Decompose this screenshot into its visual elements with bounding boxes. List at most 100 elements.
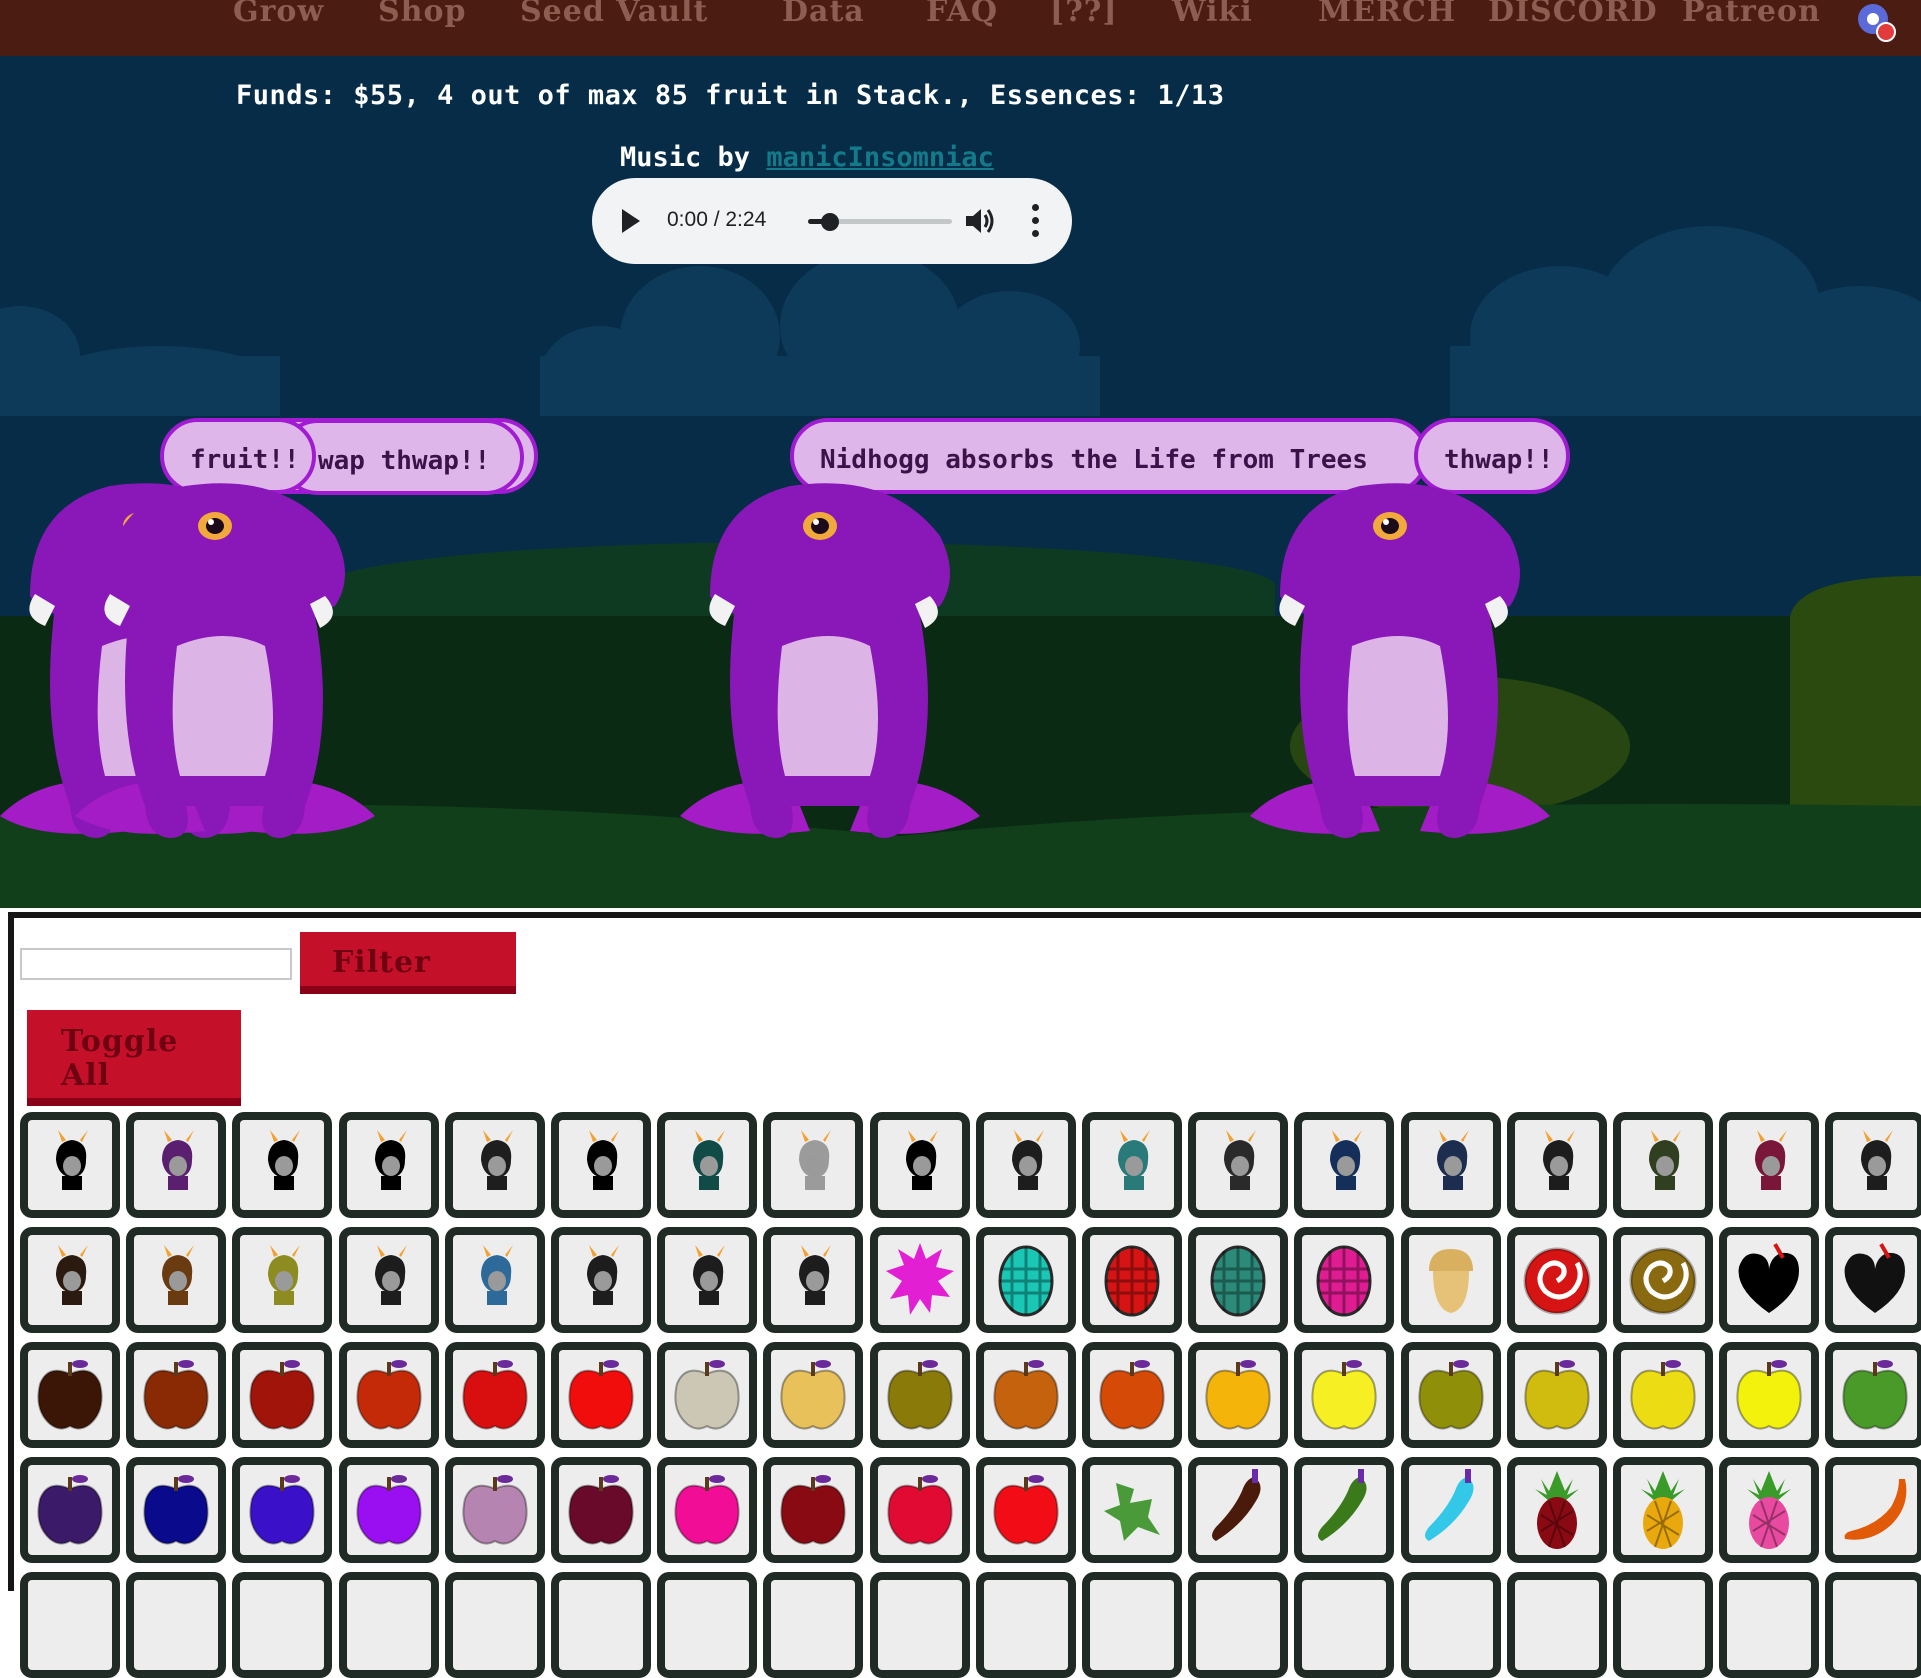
nav-link-seed-vault[interactable]: Seed Vault	[520, 0, 708, 29]
fruit-tile[interactable]	[657, 1572, 758, 1678]
fruit-tile[interactable]	[20, 1112, 120, 1218]
fruit-tile[interactable]	[869, 1457, 970, 1563]
fruit-tile[interactable]	[1506, 1227, 1607, 1333]
fruit-tile[interactable]	[763, 1457, 864, 1563]
fruit-tile[interactable]	[1082, 1227, 1182, 1333]
fruit-tile[interactable]	[444, 1342, 545, 1448]
fruit-tile[interactable]	[869, 1112, 970, 1218]
fruit-tile[interactable]	[1188, 1227, 1289, 1333]
fruit-tile[interactable]	[975, 1572, 1076, 1678]
fruit-tile[interactable]	[1613, 1572, 1713, 1678]
fruit-tile[interactable]	[126, 1227, 227, 1333]
fruit-tile[interactable]	[232, 1342, 333, 1448]
fruit-tile[interactable]	[763, 1572, 864, 1678]
fruit-tile[interactable]	[1294, 1227, 1395, 1333]
fruit-tile[interactable]	[1825, 1112, 1921, 1218]
fruit-tile[interactable]	[232, 1572, 333, 1678]
fruit-tile[interactable]	[20, 1457, 120, 1563]
fruit-tile[interactable]	[1506, 1572, 1607, 1678]
nav-link-faq[interactable]: FAQ	[926, 0, 998, 29]
nav-link-patreon[interactable]: Patreon	[1682, 0, 1821, 29]
fruit-tile[interactable]	[338, 1112, 439, 1218]
nav-link-wiki[interactable]: Wiki	[1172, 0, 1253, 29]
fruit-tile[interactable]	[551, 1457, 651, 1563]
fruit-tile[interactable]	[763, 1227, 864, 1333]
fruit-tile[interactable]	[1082, 1342, 1182, 1448]
fruit-tile[interactable]	[1082, 1457, 1182, 1563]
fruit-tile[interactable]	[1719, 1342, 1820, 1448]
fruit-tile[interactable]	[657, 1342, 758, 1448]
fruit-tile[interactable]	[1400, 1457, 1501, 1563]
fruit-tile[interactable]	[338, 1227, 439, 1333]
fruit-tile[interactable]	[126, 1572, 227, 1678]
fruit-tile[interactable]	[338, 1342, 439, 1448]
fruit-tile[interactable]	[551, 1112, 651, 1218]
fruit-tile[interactable]	[338, 1457, 439, 1563]
fruit-tile[interactable]	[444, 1572, 545, 1678]
fruit-tile[interactable]	[1825, 1572, 1921, 1678]
fruit-tile[interactable]	[1294, 1342, 1395, 1448]
fruit-tile[interactable]	[657, 1227, 758, 1333]
toggle-all-button[interactable]: Toggle All	[27, 1010, 241, 1106]
fruit-tile[interactable]	[1294, 1457, 1395, 1563]
fruit-tile[interactable]	[1400, 1342, 1501, 1448]
fruit-tile[interactable]	[1188, 1342, 1289, 1448]
filter-input[interactable]	[20, 948, 292, 980]
fruit-tile[interactable]	[1506, 1112, 1607, 1218]
fruit-tile[interactable]	[1188, 1457, 1289, 1563]
fruit-tile[interactable]	[1719, 1457, 1820, 1563]
nav-link-merch[interactable]: MERCH	[1318, 0, 1456, 29]
fruit-tile[interactable]	[444, 1457, 545, 1563]
fruit-tile[interactable]	[1825, 1227, 1921, 1333]
fruit-tile[interactable]	[1082, 1572, 1182, 1678]
fruit-tile[interactable]	[1294, 1112, 1395, 1218]
fruit-tile[interactable]	[975, 1342, 1076, 1448]
fruit-tile[interactable]	[20, 1342, 120, 1448]
fruit-tile[interactable]	[1719, 1112, 1820, 1218]
fruit-tile[interactable]	[975, 1227, 1076, 1333]
fruit-tile[interactable]	[444, 1112, 545, 1218]
fruit-tile[interactable]	[975, 1457, 1076, 1563]
nav-link-grow[interactable]: Grow	[233, 0, 324, 29]
fruit-tile[interactable]	[444, 1227, 545, 1333]
fruit-tile[interactable]	[1613, 1227, 1713, 1333]
fruit-tile[interactable]	[1613, 1112, 1713, 1218]
fruit-tile[interactable]	[1613, 1342, 1713, 1448]
fruit-tile[interactable]	[551, 1342, 651, 1448]
fruit-tile[interactable]	[232, 1112, 333, 1218]
fruit-tile[interactable]	[126, 1342, 227, 1448]
fruit-tile[interactable]	[126, 1112, 227, 1218]
fruit-tile[interactable]	[232, 1457, 333, 1563]
fruit-tile[interactable]	[657, 1112, 758, 1218]
fruit-tile[interactable]	[1294, 1572, 1395, 1678]
nav-link-shop[interactable]: Shop	[378, 0, 466, 29]
nav-link-data[interactable]: Data	[782, 0, 865, 29]
fruit-tile[interactable]	[1400, 1572, 1501, 1678]
fruit-tile[interactable]	[657, 1457, 758, 1563]
fruit-tile[interactable]	[1825, 1342, 1921, 1448]
nav-link-discord[interactable]: DISCORD	[1488, 0, 1658, 29]
fruit-tile[interactable]	[551, 1572, 651, 1678]
fruit-tile[interactable]	[1400, 1112, 1501, 1218]
fruit-tile[interactable]	[126, 1457, 227, 1563]
fruit-tile[interactable]	[1188, 1112, 1289, 1218]
fruit-tile[interactable]	[763, 1342, 864, 1448]
fruit-tile[interactable]	[869, 1572, 970, 1678]
fruit-tile[interactable]	[1400, 1227, 1501, 1333]
browser-extension-icon[interactable]	[1858, 4, 1896, 42]
fruit-tile[interactable]	[1613, 1457, 1713, 1563]
fruit-tile[interactable]	[1825, 1457, 1921, 1563]
fruit-tile[interactable]	[1719, 1572, 1820, 1678]
fruit-tile[interactable]	[1719, 1227, 1820, 1333]
fruit-tile[interactable]	[763, 1112, 864, 1218]
fruit-tile[interactable]	[551, 1227, 651, 1333]
fruit-tile[interactable]	[232, 1227, 333, 1333]
fruit-tile[interactable]	[1506, 1457, 1607, 1563]
fruit-tile[interactable]	[20, 1227, 120, 1333]
fruit-tile[interactable]	[869, 1342, 970, 1448]
fruit-tile[interactable]	[869, 1227, 970, 1333]
fruit-tile[interactable]	[338, 1572, 439, 1678]
fruit-tile[interactable]	[975, 1112, 1076, 1218]
fruit-tile[interactable]	[1082, 1112, 1182, 1218]
fruit-tile[interactable]	[1188, 1572, 1289, 1678]
